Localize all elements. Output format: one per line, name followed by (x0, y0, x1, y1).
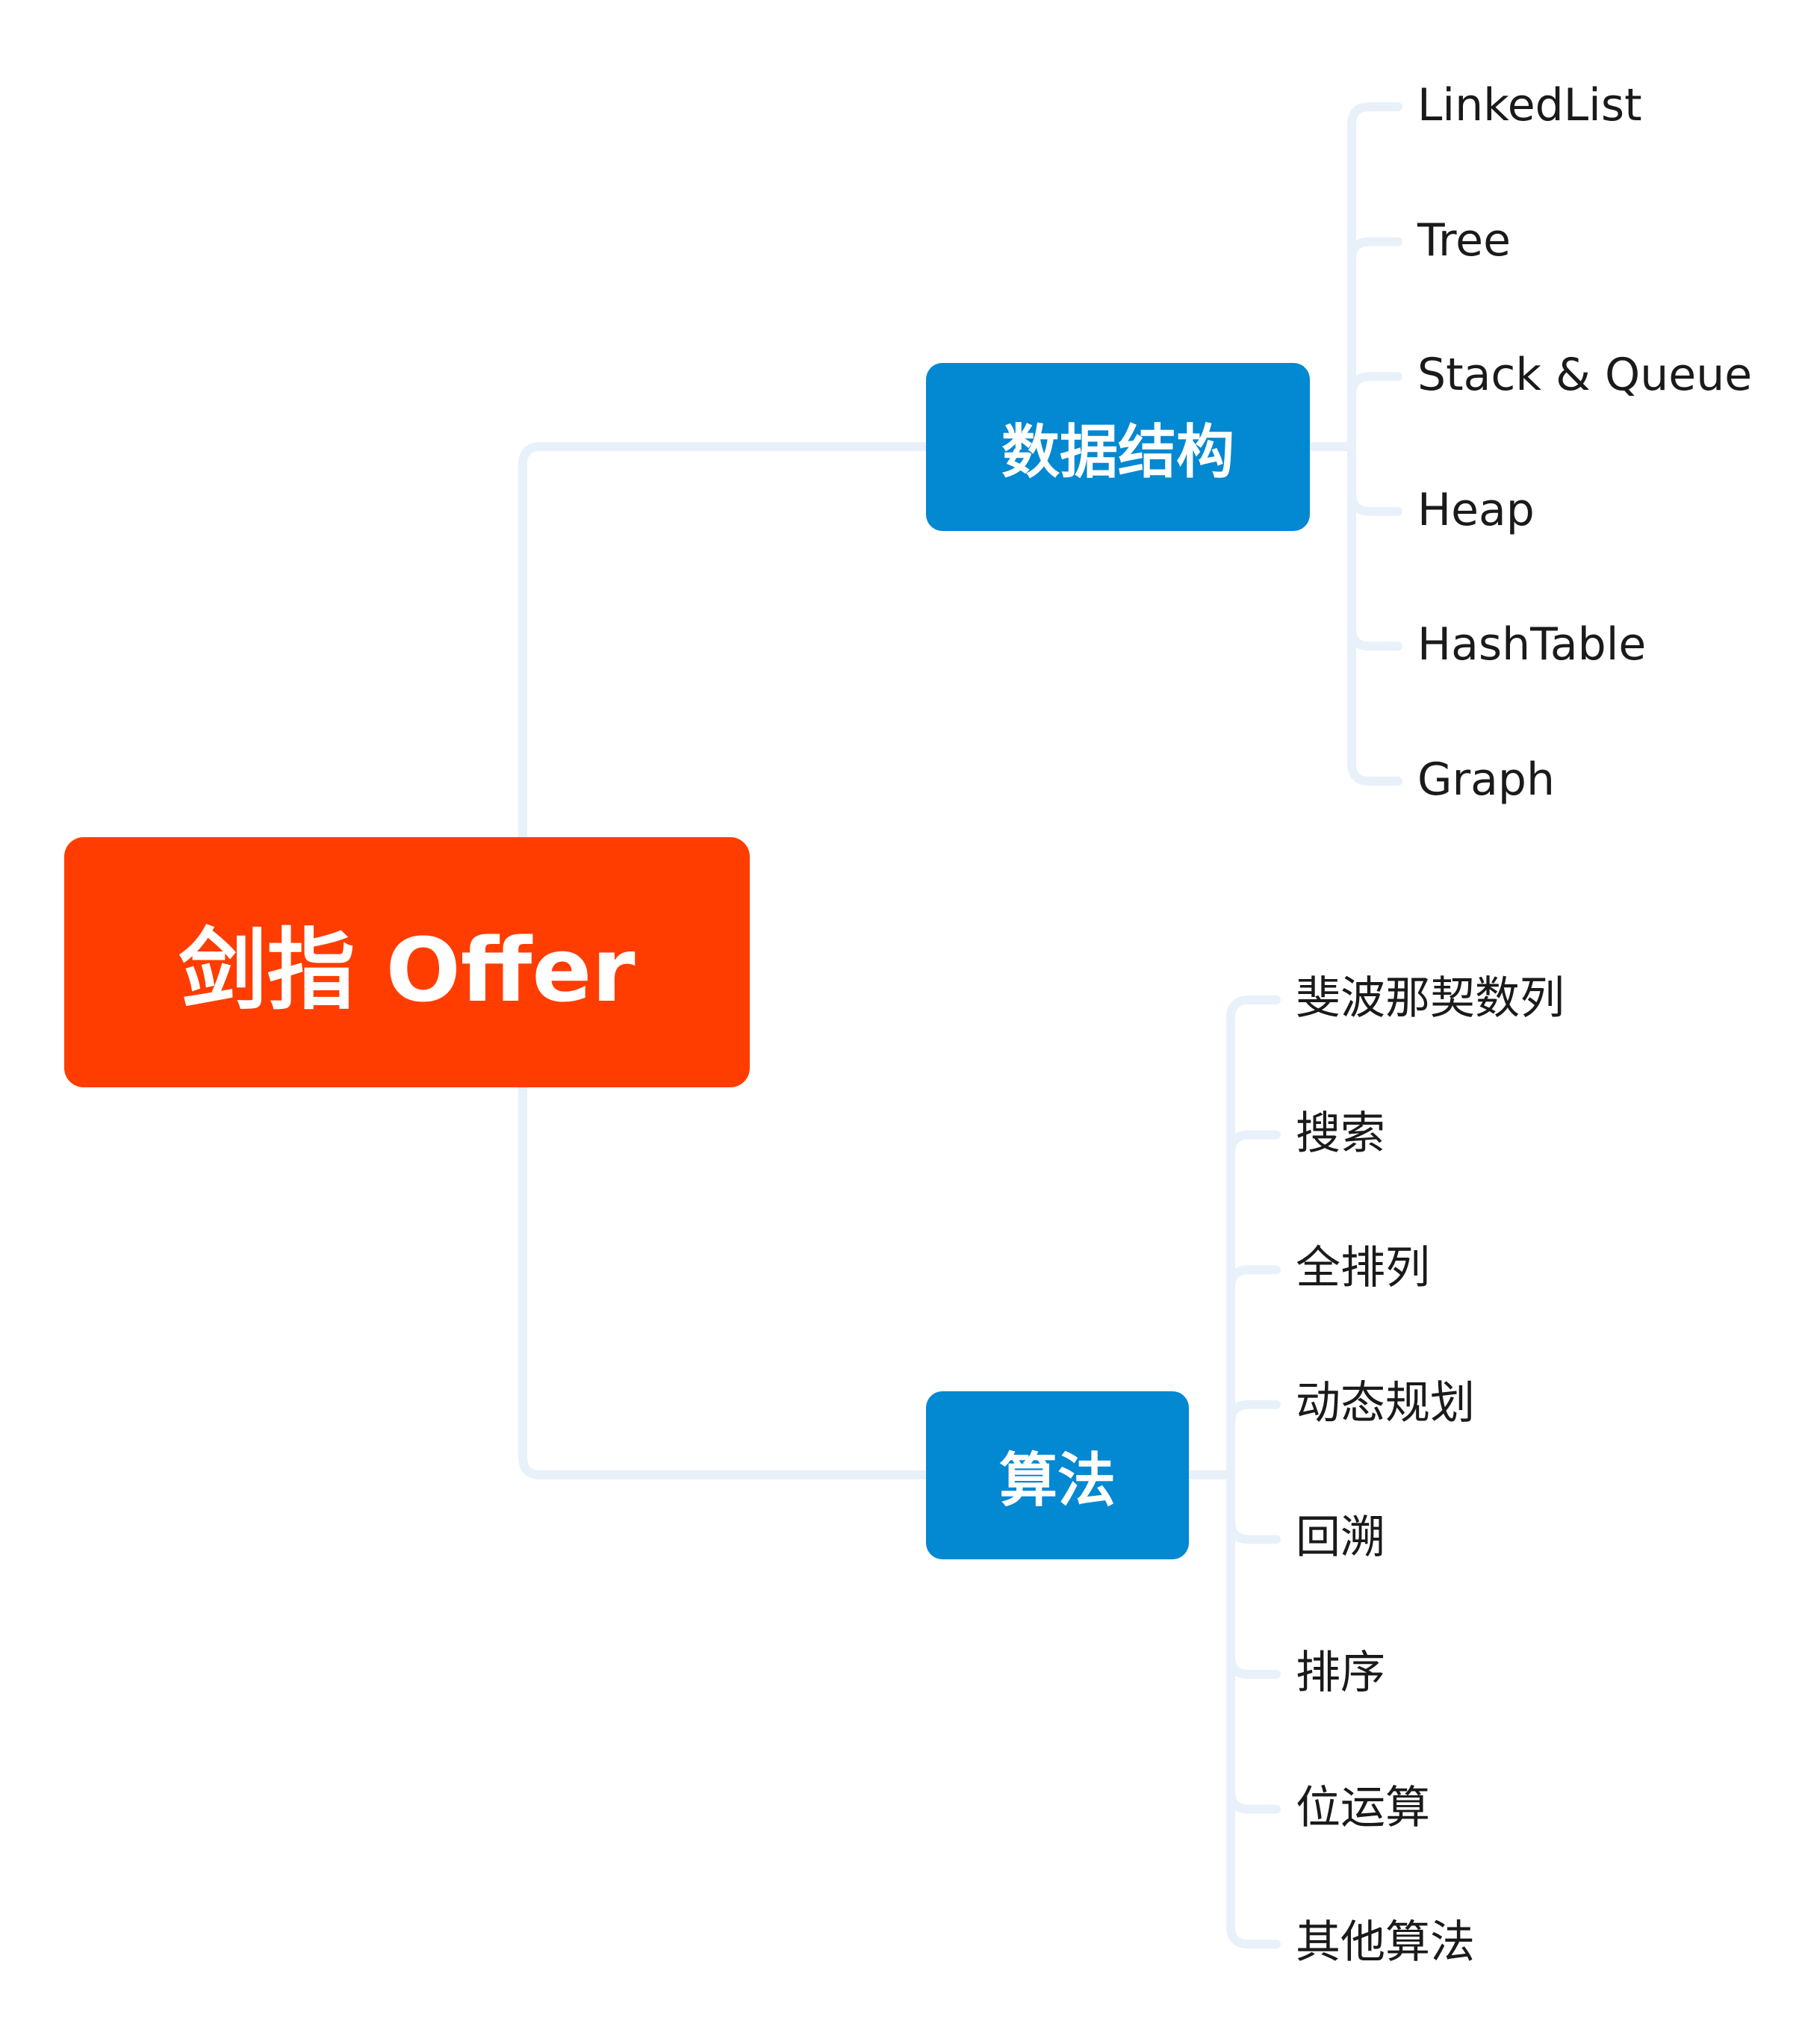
root-node-label: 剑指 Offer (178, 919, 636, 1022)
connector-root-to-algorithms (518, 1083, 930, 1479)
branch-node-data-structures[interactable]: 数据结构 (926, 363, 1310, 531)
connector-ds-leaf-branch (1347, 372, 1402, 451)
connector-data-structures-leaves (1305, 102, 1402, 786)
branch-node-algorithms[interactable]: 算法 (926, 1391, 1189, 1559)
data-structures-leaf[interactable]: Heap (1417, 488, 1535, 532)
algorithms-leaf[interactable]: 搜索 (1296, 1111, 1385, 1156)
data-structures-leaf[interactable]: Tree (1417, 218, 1511, 263)
connector-ds-leaf-branch (1347, 102, 1402, 451)
connector-algo-leaf-branch (1226, 1400, 1281, 1479)
algorithms-leaf[interactable]: 位运算 (1296, 1786, 1430, 1830)
connector-algo-leaf-branch (1226, 1470, 1281, 1814)
connector-root-ds (518, 442, 930, 842)
connector-ds-leaf-branch (1347, 442, 1402, 516)
connector-algorithms-leaves (1184, 995, 1281, 1949)
connector-root-algo (518, 1083, 930, 1479)
branch-label-data-structures: 数据结构 (1001, 418, 1234, 486)
connector-ds-leaf-branch (1347, 442, 1402, 651)
connector-algo-leaf-branch (1226, 1130, 1281, 1479)
data-structures-leaf[interactable]: Stack & Queue (1417, 352, 1752, 397)
algorithms-leaf[interactable]: 排序 (1296, 1650, 1385, 1695)
connector-algo-leaf-branch (1226, 1470, 1281, 1949)
root-node[interactable]: 剑指 Offer (64, 837, 750, 1087)
connector-ds-leaf-branch (1347, 237, 1402, 451)
data-structures-leaf[interactable]: HashTable (1417, 622, 1646, 667)
algorithms-leaf[interactable]: 回溯 (1296, 1515, 1385, 1560)
algorithms-leaf[interactable]: 全排列 (1296, 1246, 1430, 1290)
data-structures-leaf[interactable]: LinkedList (1417, 83, 1642, 128)
connector-ds-leaf-branch (1347, 442, 1402, 786)
connector-root-to-data-structures (518, 442, 930, 842)
algorithms-leaf[interactable]: 动态规划 (1296, 1381, 1475, 1426)
algorithms-leaf[interactable]: 斐波那契数列 (1296, 976, 1565, 1021)
connector-algo-leaf-branch (1226, 1265, 1281, 1479)
connector-algo-leaf-branch (1226, 1470, 1281, 1544)
data-structures-leaf[interactable]: Graph (1417, 757, 1555, 802)
branch-label-algorithms: 算法 (998, 1447, 1116, 1515)
algorithms-leaf[interactable]: 其他算法 (1296, 1920, 1475, 1965)
connector-algo-leaf-branch (1226, 1470, 1281, 1679)
